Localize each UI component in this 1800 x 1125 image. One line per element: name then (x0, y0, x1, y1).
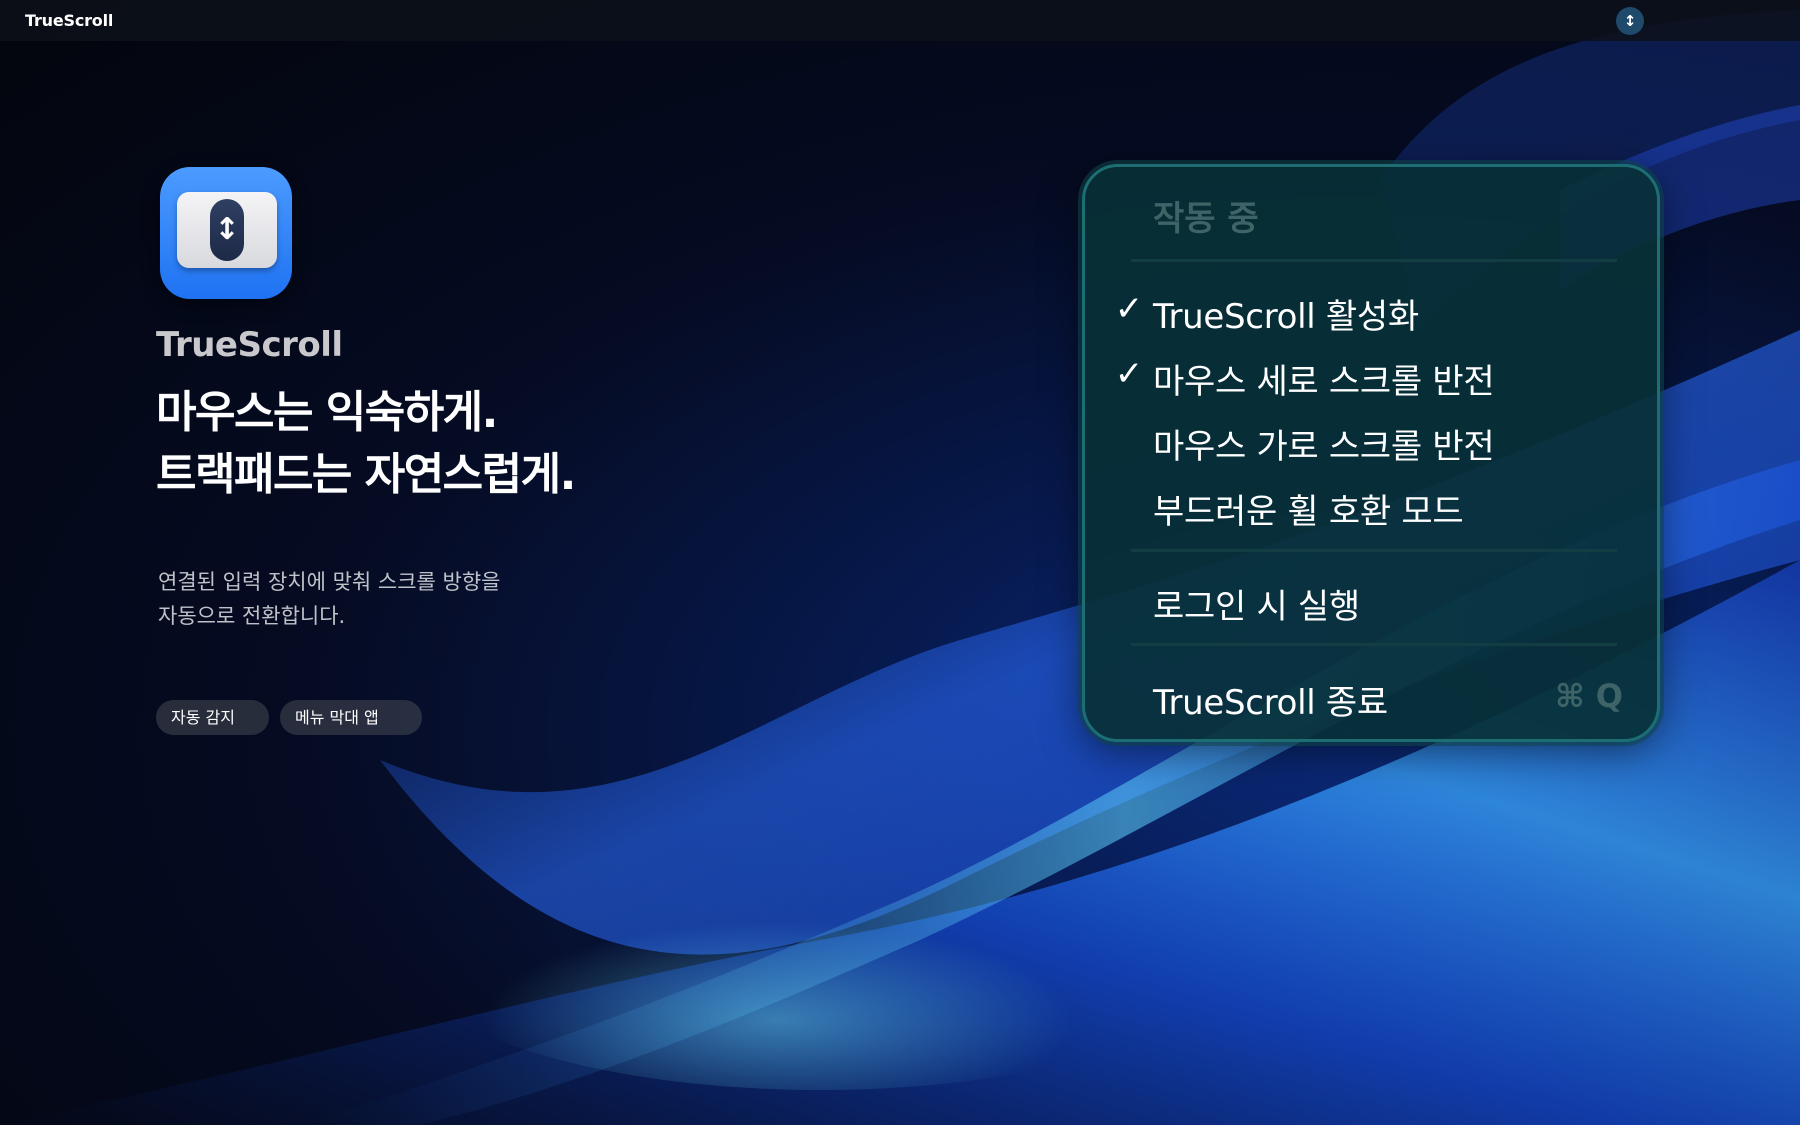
menu-item-label: 부드러운 휠 호환 모드 (1153, 492, 1464, 532)
arrow-up-down-icon: ↕ (210, 199, 244, 261)
desktop-stage: TrueScroll ↕ ↕ TrueScroll 마우스는 익숙하게. 트랙패… (0, 0, 1800, 1125)
menu-item-launch-at-login[interactable]: 로그인 시 실행 (1107, 575, 1637, 627)
headline-line-2: 트랙패드는 자연스럽게. (156, 449, 576, 500)
menubar-app-title[interactable]: TrueScroll (25, 11, 113, 30)
headline: 마우스는 익숙하게. 트랙패드는 자연스럽게. (156, 382, 576, 506)
menu-item-label: 로그인 시 실행 (1153, 587, 1360, 627)
menu-item-label: TrueScroll 종료 (1153, 683, 1388, 723)
menu-separator (1131, 549, 1617, 552)
description: 연결된 입력 장치에 맞춰 스크롤 방향을 자동으로 전환합니다. (158, 565, 501, 633)
menu-item-smooth-wheel[interactable]: 부드러운 휠 호환 모드 (1107, 480, 1637, 532)
description-line-2: 자동으로 전환합니다. (158, 604, 346, 628)
menu-item-label: 마우스 세로 스크롤 반전 (1153, 362, 1495, 402)
status-menu-panel: 작동 중 ✓ TrueScroll 활성화 ✓ 마우스 세로 스크롤 반전 마우… (1082, 164, 1660, 742)
menu-bar: TrueScroll ↕ (0, 0, 1800, 41)
menu-item-label: 마우스 가로 스크롤 반전 (1153, 427, 1495, 467)
app-icon-card: ↕ (177, 192, 277, 268)
checkmark-icon: ✓ (1114, 289, 1144, 329)
menu-item-label: TrueScroll 활성화 (1153, 297, 1419, 337)
menu-item-enable[interactable]: ✓ TrueScroll 활성화 (1107, 285, 1637, 337)
menu-status-header: 작동 중 (1153, 199, 1259, 239)
menu-item-invert-vertical[interactable]: ✓ 마우스 세로 스크롤 반전 (1107, 350, 1637, 402)
checkmark-icon: ✓ (1114, 354, 1144, 394)
app-name: TrueScroll (156, 325, 343, 365)
arrow-up-down-icon[interactable]: ↕ (1616, 7, 1644, 35)
shortcut-command-q: ⌘ Q (1554, 677, 1623, 715)
tag-menubar-app: 메뉴 막대 앱 (280, 700, 422, 735)
menu-item-quit[interactable]: TrueScroll 종료 ⌘ Q (1107, 671, 1637, 723)
description-line-1: 연결된 입력 장치에 맞춰 스크롤 방향을 (158, 570, 501, 594)
menu-item-invert-horizontal[interactable]: 마우스 가로 스크롤 반전 (1107, 415, 1637, 467)
menu-separator (1131, 259, 1617, 262)
scroll-app-icon: ↕ (160, 167, 292, 299)
headline-line-1: 마우스는 익숙하게. (156, 387, 498, 438)
tag-auto-detect: 자동 감지 (156, 700, 269, 735)
menu-separator (1131, 643, 1617, 646)
